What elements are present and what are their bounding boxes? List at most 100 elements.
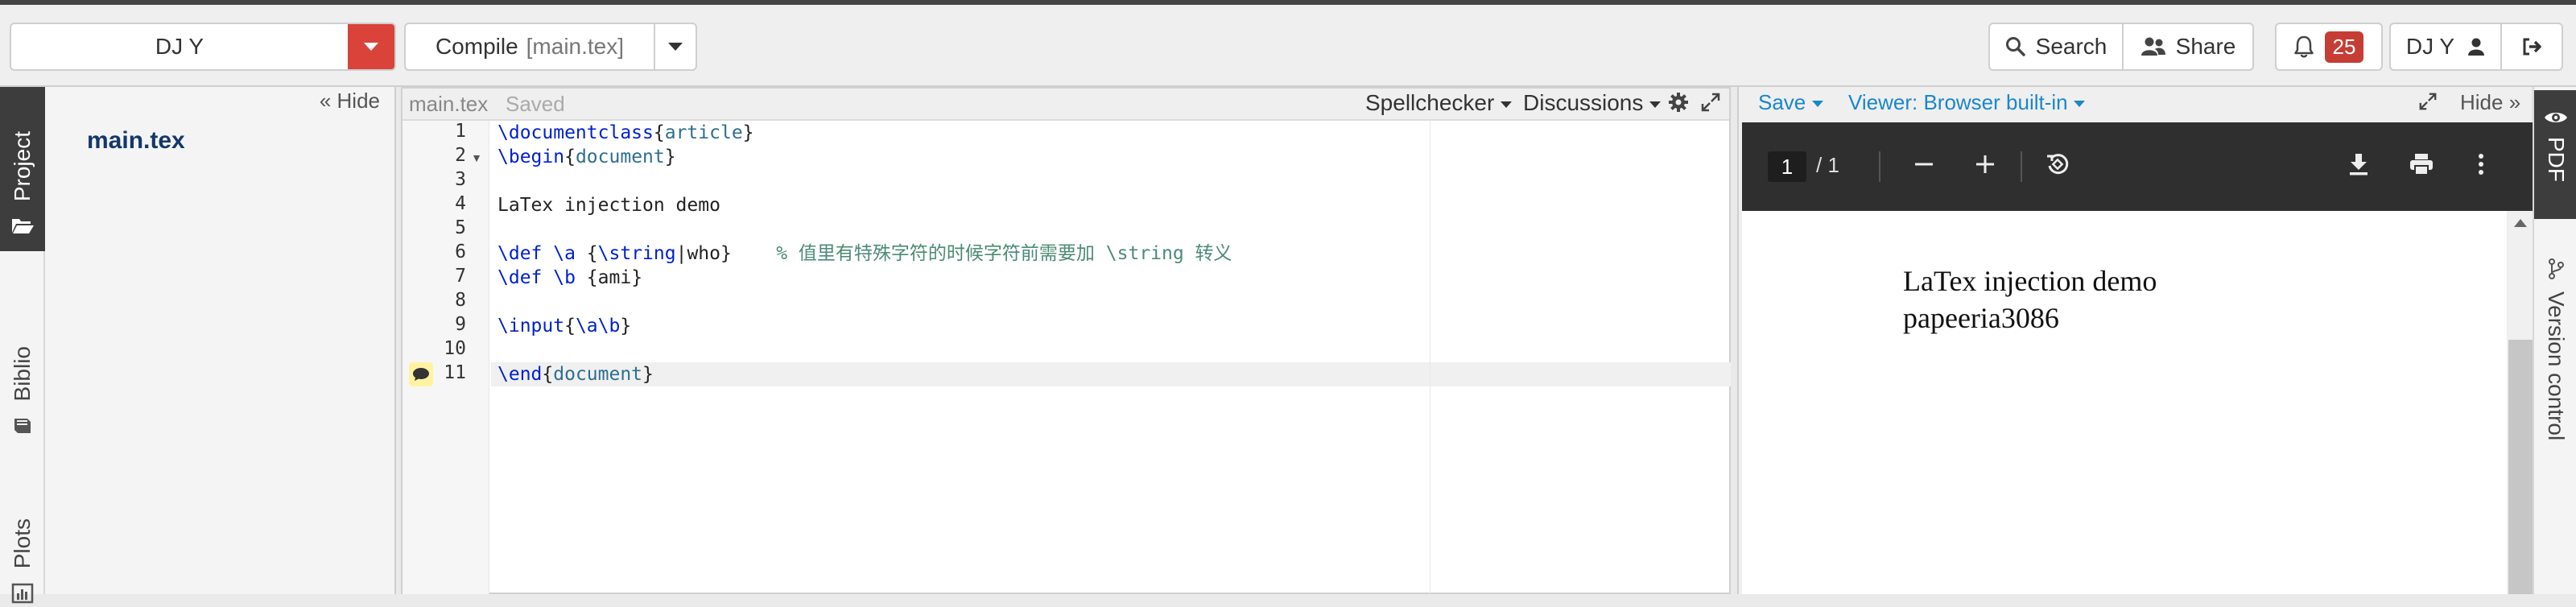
chevron-down-icon bbox=[2073, 101, 2085, 108]
expand-icon bbox=[1701, 93, 1720, 112]
plus-icon bbox=[1976, 155, 1994, 173]
tab-pdf[interactable]: PDF bbox=[2534, 90, 2576, 219]
user-label: DJ Y bbox=[2405, 34, 2455, 59]
left-sidebar-rail: Project Biblio Plots bbox=[0, 87, 45, 604]
editor-fullscreen-button[interactable] bbox=[1700, 92, 1721, 118]
notifications-button[interactable]: 25 bbox=[2275, 23, 2383, 71]
compile-target-file: [main.tex] bbox=[526, 34, 625, 59]
pdf-preview-pane: Save Viewer: Browser built-in Hide » 1 /… bbox=[1737, 87, 2533, 594]
toolbar-divider bbox=[1879, 151, 1880, 182]
compile-button[interactable]: Compile [main.tex] bbox=[404, 23, 697, 71]
chevron-down-icon bbox=[1649, 101, 1662, 108]
toolbar-divider bbox=[2021, 151, 2022, 182]
share-label: Share bbox=[2175, 34, 2236, 59]
pdf-viewer-toolbar: 1 / 1 bbox=[1742, 122, 2533, 211]
line-number-gutter: 1 2 ▼ 3 4 5 6 7 8 9 10 11 bbox=[402, 121, 489, 594]
chevron-down-icon bbox=[668, 43, 683, 51]
project-dropdown-toggle[interactable] bbox=[348, 24, 394, 69]
pdf-text-line: papeeria3086 bbox=[1903, 302, 2059, 334]
line-number: 3 bbox=[455, 169, 466, 190]
download-icon bbox=[2350, 154, 2368, 175]
zoom-in-button[interactable] bbox=[1969, 148, 2001, 180]
chevron-down-icon bbox=[364, 43, 378, 51]
project-name: DJ Y bbox=[155, 34, 204, 59]
compile-dropdown-toggle[interactable] bbox=[654, 24, 696, 69]
pdf-save-label: Save bbox=[1758, 90, 1806, 114]
scroll-up-arrow-icon[interactable] bbox=[2514, 219, 2527, 227]
share-button[interactable]: Share bbox=[2122, 23, 2254, 71]
pdf-page: LaTex injection demo papeeria3086 bbox=[1742, 211, 2507, 594]
print-button[interactable] bbox=[2405, 148, 2438, 180]
code-line: \documentclass{article} bbox=[497, 122, 754, 143]
tab-version-control[interactable]: Version control bbox=[2534, 238, 2576, 528]
rotate-icon bbox=[2047, 154, 2069, 175]
hide-pdf-link[interactable]: Hide » bbox=[2460, 90, 2520, 115]
line-number: 5 bbox=[455, 217, 466, 238]
tab-plots-label: Plots bbox=[10, 518, 35, 568]
editor-settings-button[interactable] bbox=[1668, 92, 1689, 118]
search-label: Search bbox=[2035, 34, 2107, 59]
pdf-scrollbar[interactable] bbox=[2508, 211, 2533, 594]
tab-version-control-label: Version control bbox=[2544, 291, 2569, 441]
file-tree-item[interactable]: main.tex bbox=[87, 127, 185, 155]
pdf-fullscreen-button[interactable] bbox=[2418, 92, 2438, 117]
logout-button[interactable] bbox=[2500, 23, 2563, 71]
top-toolbar: DJ Y Compile [main.tex] Search Share 25 D… bbox=[0, 0, 2576, 87]
tab-project-label: Project bbox=[10, 130, 35, 201]
spellchecker-label: Spellchecker bbox=[1365, 90, 1495, 115]
minus-icon bbox=[1915, 163, 1933, 166]
hide-file-tree-link[interactable]: « Hide bbox=[320, 89, 380, 114]
notification-count-badge: 25 bbox=[2324, 31, 2364, 63]
right-sidebar-rail: PDF Version control bbox=[2533, 87, 2576, 594]
page-total: / 1 bbox=[1816, 153, 1839, 177]
eye-icon bbox=[2545, 113, 2567, 122]
project-menu-button[interactable]: DJ Y bbox=[10, 23, 396, 71]
bar-chart-icon bbox=[11, 583, 34, 604]
chevron-down-icon bbox=[1811, 101, 1823, 108]
more-vertical-icon bbox=[2479, 154, 2483, 175]
compile-label: Compile bbox=[435, 34, 518, 59]
pdf-viewer-label: Viewer: Browser built-in bbox=[1848, 90, 2068, 114]
line-number: 6 bbox=[455, 242, 466, 262]
line-number: 4 bbox=[455, 193, 466, 214]
pdf-viewer-select[interactable]: Viewer: Browser built-in bbox=[1848, 90, 2085, 115]
code-editor: main.tex Saved Spellchecker Discussions … bbox=[401, 87, 1731, 594]
code-line: \begin{document} bbox=[497, 147, 676, 167]
line-number: 11 bbox=[444, 362, 466, 383]
rotate-button[interactable] bbox=[2041, 148, 2074, 180]
line-number: 8 bbox=[455, 290, 466, 311]
page-number-input[interactable]: 1 bbox=[1768, 151, 1806, 182]
gear-icon bbox=[1669, 93, 1688, 112]
line-number: 7 bbox=[455, 266, 466, 287]
code-line: \def \a {\string|who} % 值里有特殊字符的时候字符前需要加… bbox=[497, 243, 1232, 264]
discussions-menu[interactable]: Discussions bbox=[1523, 90, 1662, 116]
download-button[interactable] bbox=[2343, 148, 2375, 180]
zoom-out-button[interactable] bbox=[1908, 148, 1940, 180]
tab-plots[interactable]: Plots bbox=[0, 488, 45, 607]
pdf-save-menu[interactable]: Save bbox=[1758, 90, 1823, 115]
editor-toolbar: main.tex Saved Spellchecker Discussions bbox=[402, 89, 1729, 121]
editor-filename: main.tex bbox=[409, 92, 489, 116]
users-icon bbox=[2140, 37, 2165, 56]
chevron-down-icon bbox=[1501, 101, 1513, 108]
pdf-toolbar: Save Viewer: Browser built-in Hide » bbox=[1739, 87, 2531, 121]
user-icon bbox=[2468, 38, 2485, 56]
user-menu-button[interactable]: DJ Y bbox=[2389, 23, 2502, 71]
code-area[interactable]: \documentclass{article} \begin{document}… bbox=[491, 121, 1731, 594]
more-options-button[interactable] bbox=[2465, 148, 2497, 180]
tab-project[interactable]: Project bbox=[0, 87, 45, 251]
search-button[interactable]: Search bbox=[1988, 23, 2124, 71]
spellchecker-menu[interactable]: Spellchecker bbox=[1365, 90, 1513, 116]
tab-biblio[interactable]: Biblio bbox=[0, 269, 45, 459]
scrollbar-thumb[interactable] bbox=[2508, 340, 2533, 594]
expand-icon bbox=[2419, 93, 2437, 110]
save-status: Saved bbox=[506, 92, 565, 116]
fold-toggle-icon[interactable]: ▼ bbox=[471, 151, 482, 164]
discussions-label: Discussions bbox=[1523, 90, 1644, 115]
code-line: LaTex injection demo bbox=[497, 195, 720, 216]
file-tree-panel: « Hide main.tex bbox=[45, 87, 396, 594]
